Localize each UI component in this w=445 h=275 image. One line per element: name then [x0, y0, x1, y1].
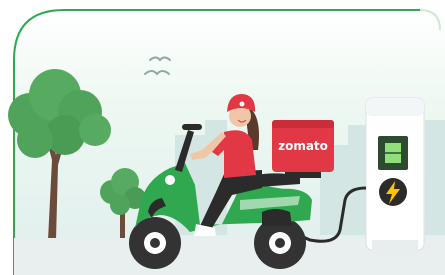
brand-logo-text: zomato [278, 139, 328, 153]
delivery-box: zomato [272, 120, 334, 178]
charging-station [365, 97, 425, 254]
ev-delivery-illustration: zomato [8, 9, 445, 275]
battery-icon [378, 136, 408, 170]
lightning-bolt-icon [379, 178, 407, 206]
illustration-card: zomato [0, 0, 445, 275]
